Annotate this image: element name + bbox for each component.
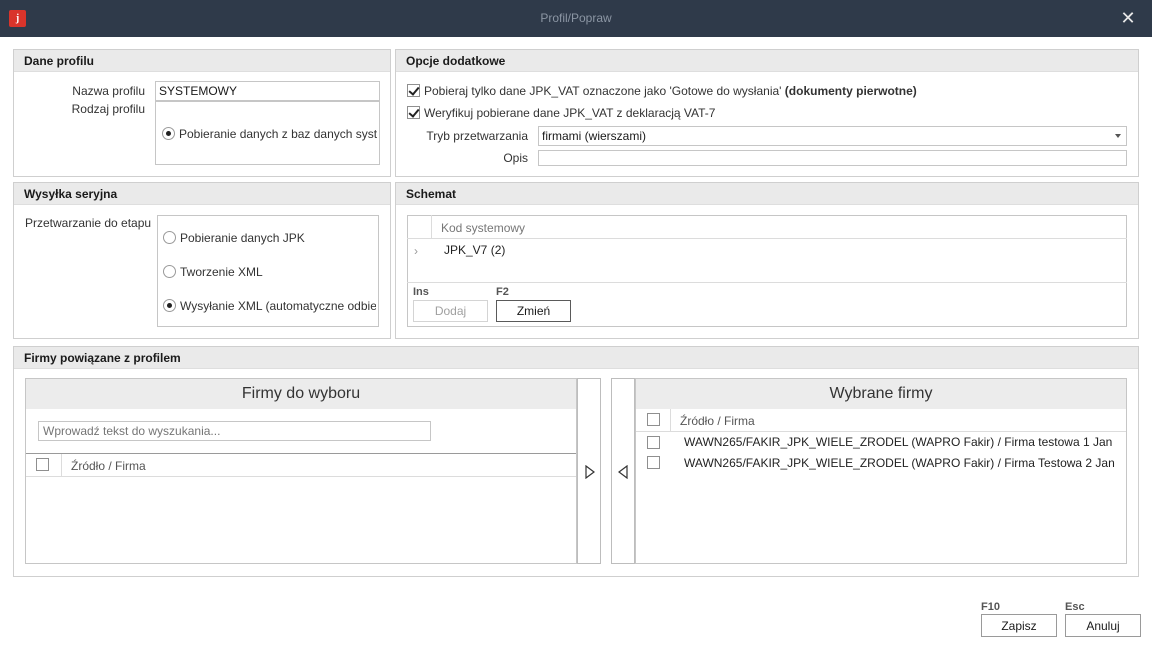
dodaj-shortcut: Ins: [413, 286, 429, 298]
kod-systemowy-column-header[interactable]: Kod systemowy: [441, 221, 525, 235]
schemat-grid-indicator-divider: [431, 215, 432, 239]
right-grid-header-divider: [636, 431, 1126, 432]
weryfikuj-vat7-checkbox[interactable]: [407, 106, 420, 119]
right-source-column-header[interactable]: Źródło / Firma: [680, 414, 755, 428]
zapisz-button[interactable]: Zapisz: [981, 614, 1057, 637]
dodaj-button[interactable]: Dodaj: [413, 300, 488, 322]
move-right-button[interactable]: [577, 378, 601, 564]
anuluj-shortcut: Esc: [1065, 601, 1085, 613]
zmien-button[interactable]: Zmień: [496, 300, 571, 322]
gotowe-do-wyslania-text: Pobieraj tylko dane JPK_VAT oznaczone ja…: [424, 84, 782, 98]
nazwa-profilu-input[interactable]: SYSTEMOWY: [155, 81, 380, 101]
opis-input[interactable]: [538, 150, 1127, 166]
tryb-przetwarzania-select[interactable]: firmami (wierszami): [538, 126, 1127, 146]
dane-profilu-header: Dane profilu: [14, 50, 390, 72]
opis-label: Opis: [503, 151, 528, 165]
right-select-all-checkbox[interactable]: [647, 413, 660, 426]
table-row[interactable]: WAWN265/FAKIR_JPK_WIELE_ZRODEL (WAPRO Fa…: [684, 435, 1116, 449]
zmien-shortcut: F2: [496, 286, 509, 298]
tryb-przetwarzania-value: firmami (wierszami): [542, 129, 646, 143]
schemat-header: Schemat: [396, 183, 1138, 205]
arrow-left-icon: [618, 465, 628, 479]
etap-radio-tworzenie[interactable]: [163, 265, 176, 278]
wysylka-seryjna-header: Wysyłka seryjna: [14, 183, 390, 205]
gotowe-do-wyslania-checkbox[interactable]: [407, 84, 420, 97]
etap-option-pobieranie: Pobieranie danych JPK: [180, 231, 305, 245]
right-row-2-checkbox[interactable]: [647, 456, 660, 469]
move-left-button[interactable]: [611, 378, 635, 564]
rodzaj-profilu-label: Rodzaj profilu: [71, 102, 145, 116]
left-grid-col-divider: [61, 454, 62, 476]
left-source-column-header[interactable]: Źródło / Firma: [71, 459, 146, 473]
zapisz-shortcut: F10: [981, 601, 1000, 613]
rodzaj-profilu-option: Pobieranie danych z baz danych syster: [179, 127, 377, 141]
search-input[interactable]: [38, 421, 431, 441]
schemat-row[interactable]: JPK_V7 (2): [444, 243, 505, 257]
opcje-dodatkowe-header: Opcje dodatkowe: [396, 50, 1138, 72]
close-icon[interactable]: ✕: [1112, 5, 1144, 32]
tryb-przetwarzania-label: Tryb przetwarzania: [426, 129, 528, 143]
wybrane-firmy-title: Wybrane firmy: [636, 379, 1126, 409]
right-row-1-checkbox[interactable]: [647, 436, 660, 449]
etap-option-tworzenie: Tworzenie XML: [180, 265, 263, 279]
firmy-header: Firmy powiązane z profilem: [14, 347, 1138, 369]
anuluj-button[interactable]: Anuluj: [1065, 614, 1141, 637]
window-title: Profil/Popraw: [540, 11, 612, 25]
dropdown-arrow-icon: [1115, 134, 1121, 138]
etap-option-wysylanie: Wysyłanie XML (automatyczne odbiera: [180, 299, 376, 313]
firmy-do-wyboru-title: Firmy do wyboru: [26, 379, 576, 409]
etap-radio-wysylanie[interactable]: [163, 299, 176, 312]
right-grid-col-divider: [670, 409, 671, 431]
rodzaj-profilu-radio[interactable]: [162, 127, 175, 140]
weryfikuj-vat7-label: Weryfikuj pobierane dane JPK_VAT z dekla…: [424, 106, 716, 120]
left-grid-header-divider: [26, 476, 576, 477]
gotowe-do-wyslania-label: Pobieraj tylko dane JPK_VAT oznaczone ja…: [424, 84, 917, 98]
chevron-right-icon[interactable]: ›: [414, 244, 418, 258]
etap-radio-pobieranie[interactable]: [163, 231, 176, 244]
przetwarzanie-etap-label: Przetwarzanie do etapu: [25, 216, 152, 230]
schemat-grid-bottom-divider: [407, 282, 1127, 283]
dokumenty-pierwotne-text: (dokumenty pierwotne): [784, 84, 917, 98]
nazwa-profilu-label: Nazwa profilu: [72, 84, 145, 98]
left-grid-top-line: [26, 453, 576, 454]
left-select-all-checkbox[interactable]: [36, 458, 49, 471]
table-row[interactable]: WAWN265/FAKIR_JPK_WIELE_ZRODEL (WAPRO Fa…: [684, 456, 1116, 470]
schemat-grid-header-divider: [407, 238, 1127, 239]
arrow-right-icon: [585, 465, 595, 479]
